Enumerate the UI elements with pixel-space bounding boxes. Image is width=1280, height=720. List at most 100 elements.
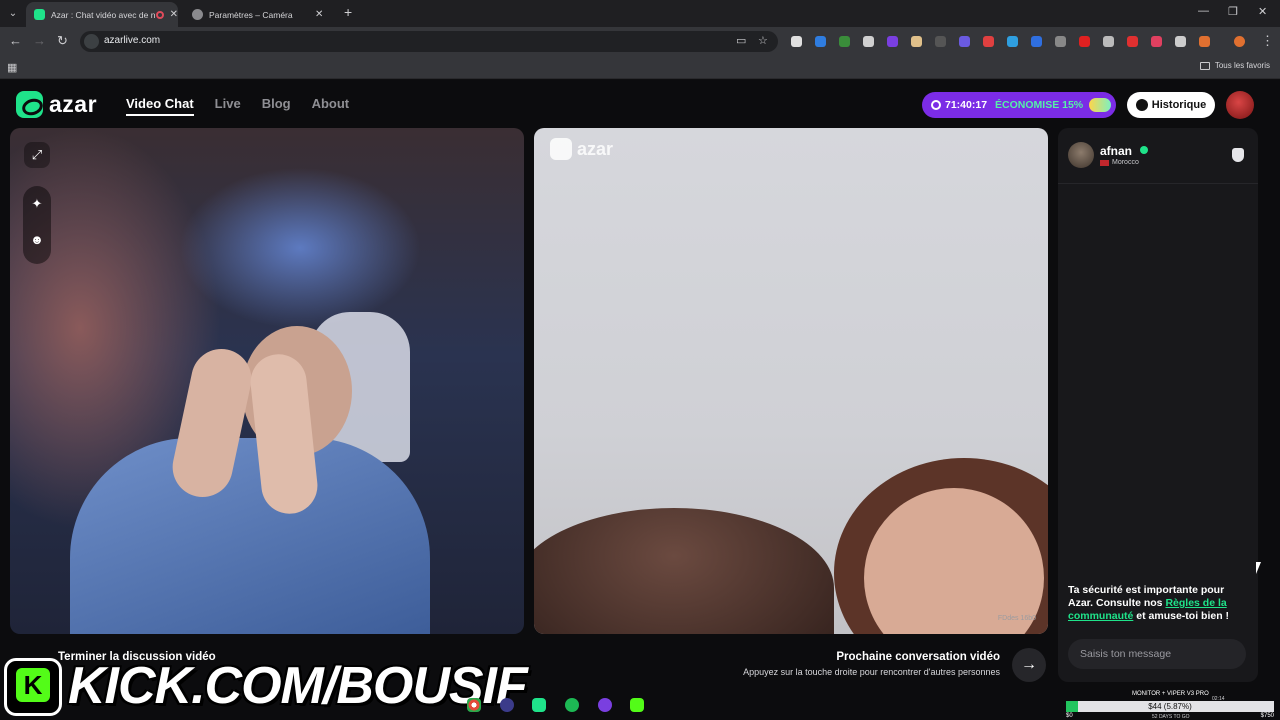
- extension-icon[interactable]: [1199, 36, 1210, 47]
- app-taskbar-icon[interactable]: [500, 698, 514, 712]
- verified-icon: [1140, 146, 1148, 154]
- goal-max: $750: [1260, 713, 1274, 719]
- extension-icon[interactable]: [959, 36, 970, 47]
- spotify-taskbar-icon[interactable]: [565, 698, 579, 712]
- profile-icon[interactable]: [1234, 36, 1245, 47]
- promo-discount: ÉCONOMISE 15%: [995, 99, 1084, 111]
- minimize-icon[interactable]: —: [1198, 5, 1209, 17]
- history-clock-icon: [1135, 99, 1148, 111]
- donation-goal-widget: MONITOR + VIPER V3 PRO 02:14 $44 (5.87%)…: [1066, 691, 1276, 720]
- forward-arrow-icon[interactable]: →: [33, 33, 46, 48]
- partner-avatar[interactable]: [1068, 142, 1094, 168]
- browser-toolbar: ← → ↻ azarlive.com ▭ ☆ ⋮: [0, 27, 1280, 56]
- goal-min: $0: [1066, 713, 1073, 719]
- settings-gear-icon: [192, 9, 203, 20]
- main-nav: Video Chat Live Blog About: [126, 96, 349, 116]
- sparkle-effects-icon[interactable]: ✦: [23, 196, 51, 212]
- watermark-logo-icon: [550, 138, 572, 160]
- close-tab-icon[interactable]: ✕: [170, 9, 178, 20]
- extension-icon[interactable]: [1079, 36, 1090, 47]
- azar-page: azar Video Chat Live Blog About 71:40:17…: [0, 80, 1280, 720]
- extension-icon[interactable]: [1007, 36, 1018, 47]
- next-conversation-hint: Appuyez sur la touche droite pour rencon…: [743, 667, 1000, 677]
- app2-taskbar-icon[interactable]: [598, 698, 612, 712]
- site-info-icon[interactable]: [84, 34, 99, 49]
- extension-icon[interactable]: [983, 36, 994, 47]
- bookmark-star-icon[interactable]: ☆: [758, 34, 768, 47]
- message-input[interactable]: [1068, 639, 1246, 669]
- my-camera-video: ⤢ ✦ ☻: [10, 128, 524, 634]
- goal-days-left: 52 DAYS TO GO: [1152, 714, 1190, 720]
- safety-text-2: et amuse-toi bien !: [1133, 610, 1230, 622]
- more-menu-icon[interactable]: ⋮: [1261, 33, 1274, 49]
- user-avatar[interactable]: [1226, 91, 1254, 119]
- partner-country: Morocco: [1100, 159, 1139, 166]
- back-arrow-icon[interactable]: ←: [9, 33, 22, 48]
- all-bookmarks-label: Tous les favoris: [1214, 61, 1270, 70]
- bookmarks-bar: ▦ Tous les favoris: [0, 56, 1280, 79]
- extension-icon[interactable]: [839, 36, 850, 47]
- tab-search-chevron-icon[interactable]: ⌄: [4, 5, 22, 23]
- azar-logo-text: azar: [49, 91, 98, 117]
- nav-live[interactable]: Live: [215, 96, 241, 116]
- cushion: [534, 508, 834, 634]
- reload-icon[interactable]: ↻: [57, 33, 68, 49]
- azar-logo-icon: [16, 91, 43, 118]
- effects-toolbar: ✦ ☻: [23, 186, 51, 264]
- browser-tabstrip: ⌄ Azar : Chat vidéo avec de n ✕ Paramètr…: [0, 0, 1280, 27]
- nav-video-chat[interactable]: Video Chat: [126, 96, 194, 116]
- extension-icon[interactable]: [935, 36, 946, 47]
- partner-video: azar FDdes 16b0: [534, 128, 1048, 634]
- report-shield-icon[interactable]: [1232, 148, 1244, 162]
- extension-icon[interactable]: [1151, 36, 1162, 47]
- extension-icon[interactable]: [791, 36, 802, 47]
- nav-blog[interactable]: Blog: [262, 96, 291, 116]
- partner-country-label: Morocco: [1112, 159, 1139, 166]
- extension-icon[interactable]: [863, 36, 874, 47]
- window-close-icon[interactable]: ✕: [1258, 5, 1267, 18]
- chat-panel: afnan Morocco Ta sécurité est importante…: [1058, 128, 1258, 682]
- extension-icon[interactable]: [887, 36, 898, 47]
- chrome-taskbar-icon[interactable]: [467, 698, 481, 712]
- watermark-text: azar: [577, 138, 614, 159]
- tab-camera-settings[interactable]: Paramètres – Caméra ✕: [184, 2, 336, 27]
- address-bar[interactable]: azarlive.com ▭ ☆: [80, 31, 778, 52]
- expand-video-icon[interactable]: ⤢: [24, 142, 50, 168]
- apps-grid-icon[interactable]: ▦: [7, 61, 17, 74]
- goal-title: MONITOR + VIPER V3 PRO: [1132, 691, 1209, 697]
- extension-icon[interactable]: [1055, 36, 1066, 47]
- history-label: Historique: [1151, 99, 1207, 111]
- coins-icon: [1089, 98, 1112, 112]
- promo-badge[interactable]: 71:40:17 ÉCONOMISE 15%: [922, 92, 1116, 118]
- all-bookmarks[interactable]: Tous les favoris: [1199, 61, 1270, 70]
- close-tab-icon[interactable]: ✕: [315, 9, 323, 20]
- extension-icon[interactable]: [815, 36, 826, 47]
- azar-watermark: azar: [550, 138, 613, 160]
- extension-icon[interactable]: [1127, 36, 1138, 47]
- cast-icon[interactable]: ▭: [736, 34, 746, 47]
- next-conversation-arrow-icon[interactable]: →: [1012, 648, 1046, 682]
- azar-favicon-icon: [34, 9, 45, 20]
- face-filter-icon[interactable]: ☻: [23, 232, 51, 247]
- kick-channel-text: KICK.COM/BOUSIF: [68, 657, 528, 715]
- video-id-code: FDdes 16b0: [997, 615, 1036, 622]
- recording-icon: [155, 10, 164, 19]
- history-button[interactable]: Historique: [1127, 92, 1215, 118]
- nav-about[interactable]: About: [312, 96, 350, 116]
- new-tab-plus-icon[interactable]: +: [344, 4, 352, 20]
- tab-azar[interactable]: Azar : Chat vidéo avec de n ✕: [26, 2, 178, 27]
- extension-icon[interactable]: [1175, 36, 1186, 47]
- restore-icon[interactable]: ❐: [1228, 5, 1238, 18]
- partner-name[interactable]: afnan: [1100, 144, 1132, 158]
- extension-icon[interactable]: [1031, 36, 1042, 47]
- safety-notice: Ta sécurité est importante pour Azar. Co…: [1068, 584, 1250, 623]
- kick-taskbar-icon[interactable]: [630, 698, 644, 712]
- chat-header: afnan Morocco: [1058, 128, 1258, 184]
- azar-taskbar-icon[interactable]: [532, 698, 546, 712]
- extension-icon[interactable]: [1103, 36, 1114, 47]
- next-conversation-title: Prochaine conversation vidéo: [836, 651, 1000, 663]
- url-text: azarlive.com: [104, 35, 161, 46]
- extension-icon[interactable]: [911, 36, 922, 47]
- azar-logo[interactable]: azar: [16, 91, 97, 118]
- morocco-flag-icon: [1100, 159, 1109, 166]
